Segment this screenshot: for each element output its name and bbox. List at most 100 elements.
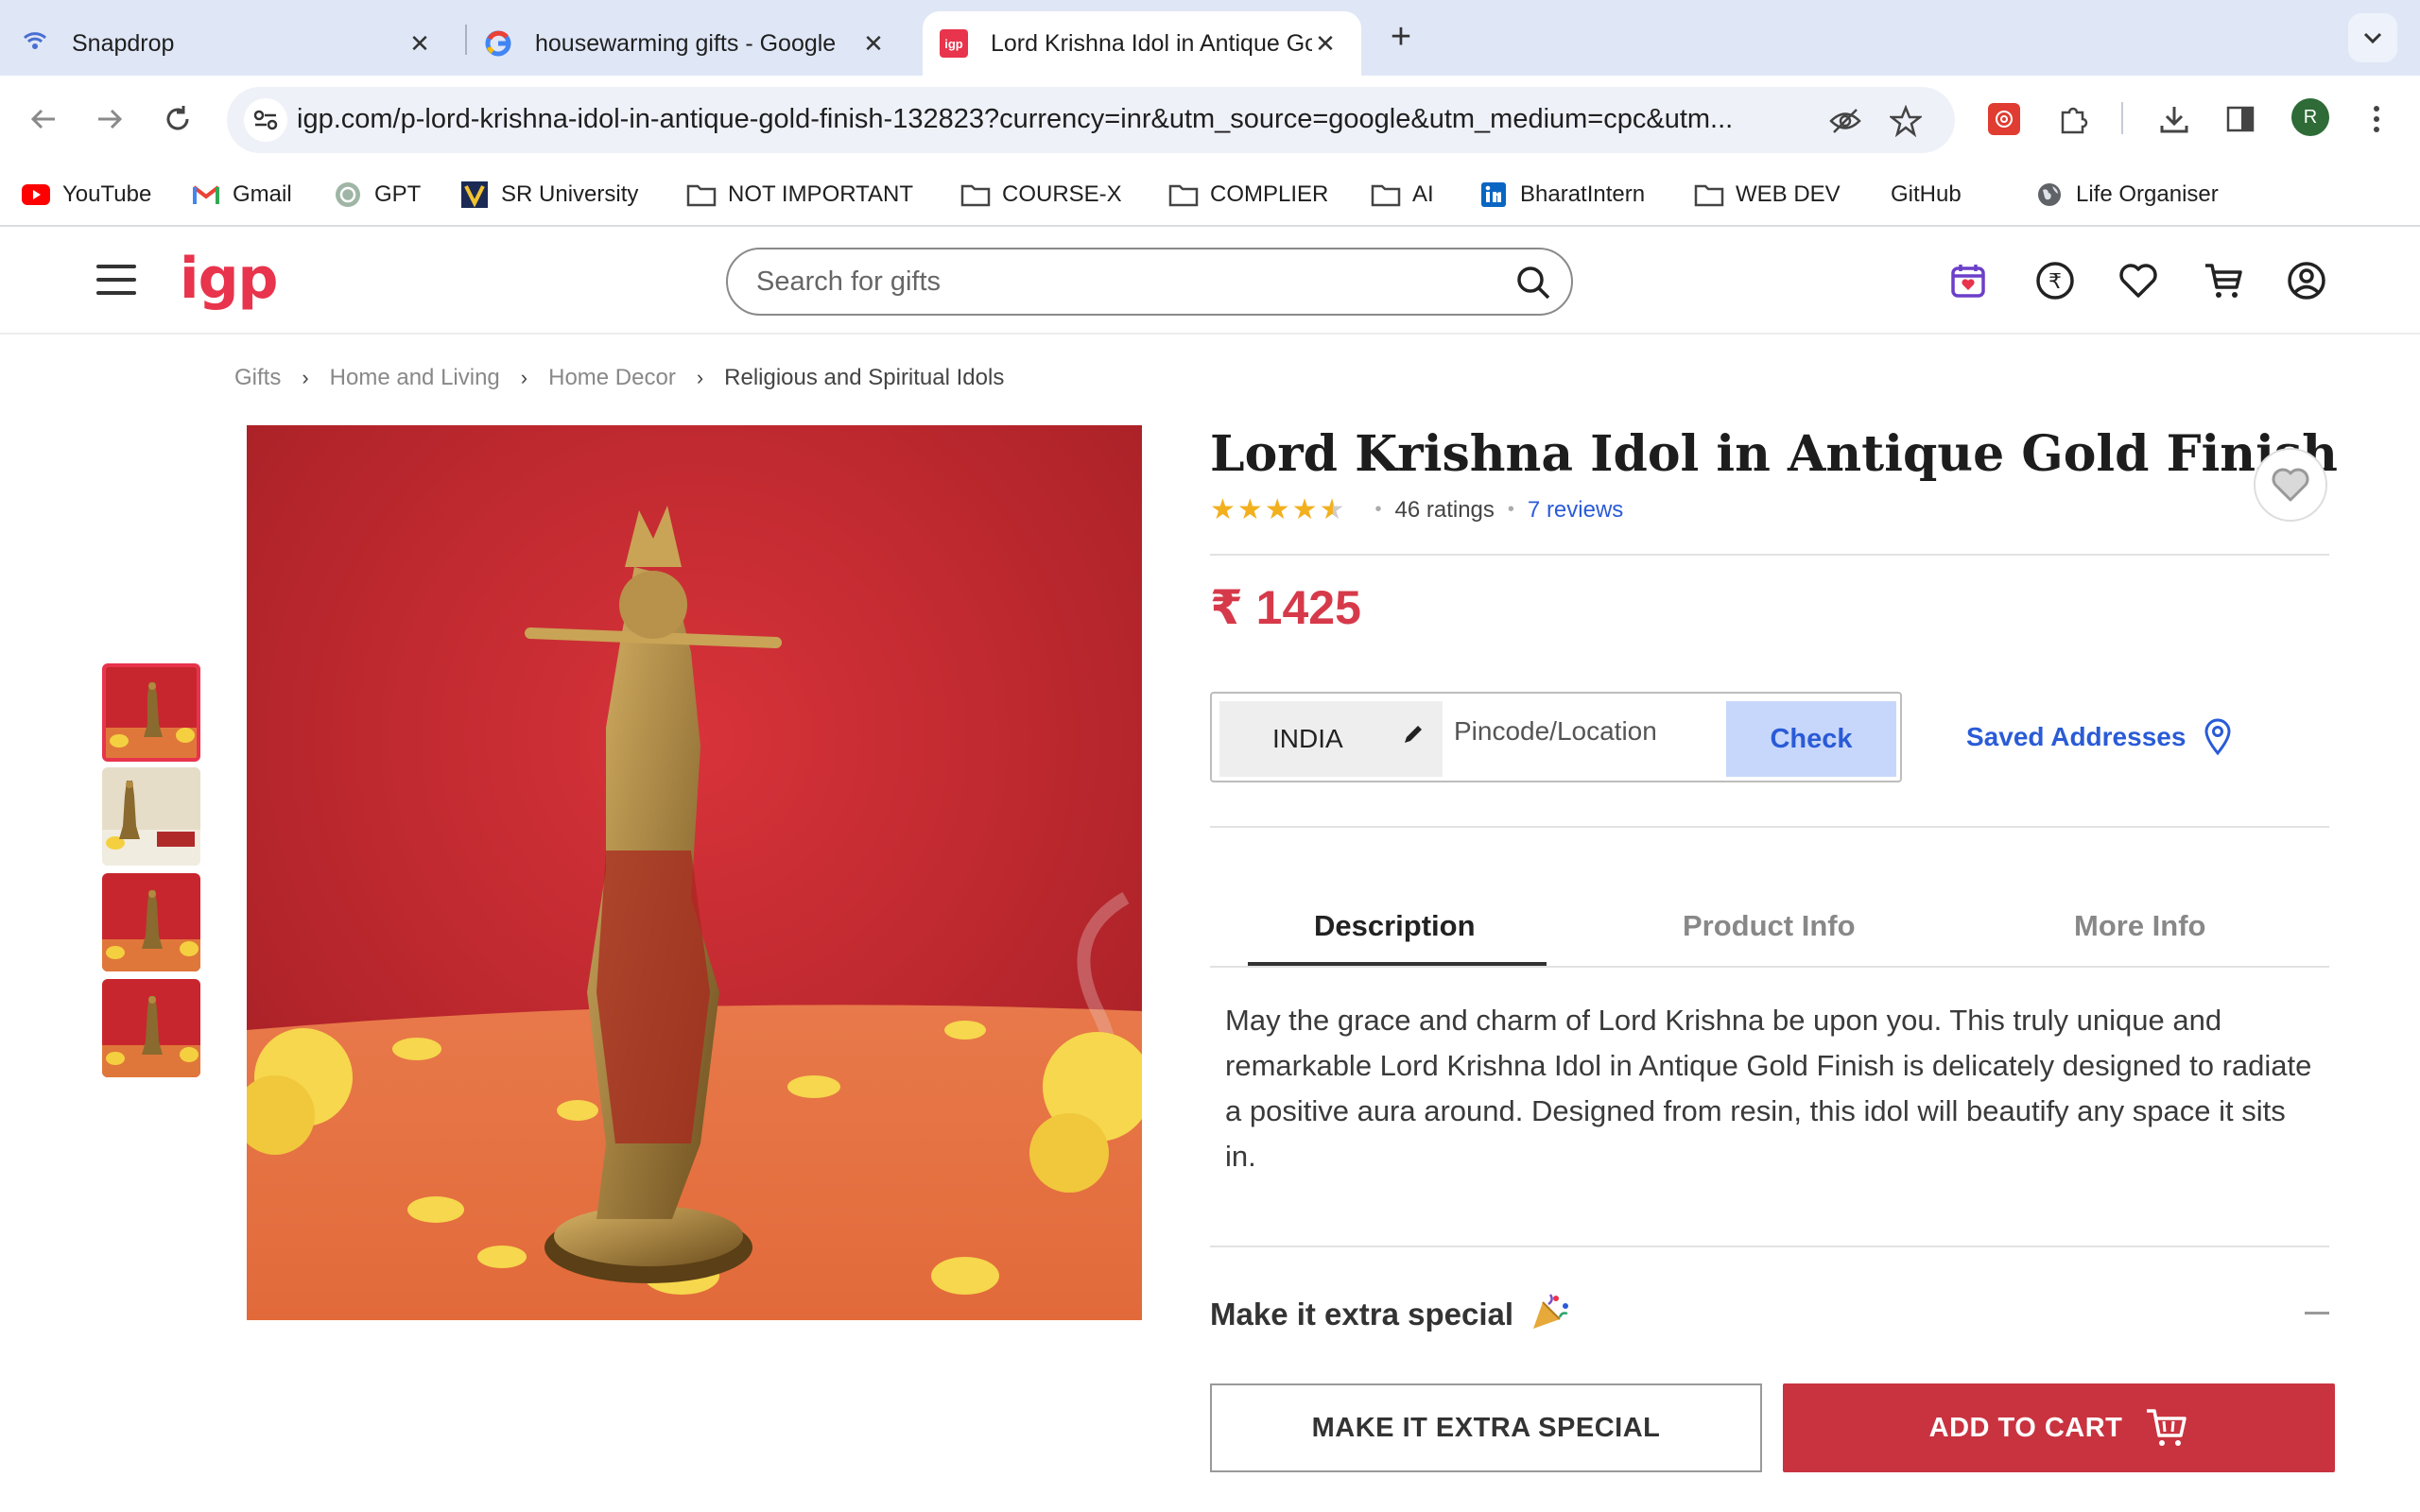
heart-icon[interactable] [2118,260,2159,301]
star-icon[interactable] [1887,102,1925,140]
linkedin-icon [1478,180,1509,210]
youtube-icon [21,180,51,210]
bookmark-gpt[interactable]: GPT [333,176,421,214]
location-pin-icon [2204,718,2231,756]
check-button[interactable]: Check [1726,701,1896,777]
browser-tab-snapdrop[interactable]: Snapdrop ✕ [21,11,456,76]
search-input[interactable] [756,263,1475,301]
menu-icon[interactable] [96,265,136,297]
tab-separator [465,25,467,55]
tab-product-info[interactable]: Product Info [1683,909,1856,943]
tab-title: Snapdrop [72,29,175,57]
pincode-checker: INDIA Check [1210,692,1902,782]
product-info-tabs: Description Product Info More Info [1210,900,2329,968]
active-tab-indicator [1248,962,1547,966]
globe-icon [2034,180,2065,210]
bookmark-not-important[interactable]: NOT IMPORTANT [686,176,913,214]
folder-icon [960,180,991,210]
party-popper-icon [1533,1294,1568,1329]
url-text[interactable]: igp.com/p-lord-krishna-idol-in-antique-g… [297,104,1819,135]
new-tab-button[interactable]: + [1382,19,1420,57]
add-to-cart-button[interactable]: ADD TO CART [1783,1383,2335,1472]
breadcrumb-current: Religious and Spiritual Idols [724,365,1005,390]
chevron-down-icon [2363,32,2382,44]
igp-icon: igp [940,29,968,58]
bookmark-gmail[interactable]: Gmail [191,176,292,214]
folder-icon [686,180,717,210]
pincode-input[interactable] [1454,716,1700,747]
product-main-image[interactable] [247,425,1142,1320]
back-button[interactable] [19,94,68,144]
wishlist-button[interactable] [2254,448,2327,522]
side-panel-icon[interactable] [2218,96,2263,142]
account-icon[interactable] [2286,260,2327,301]
saved-addresses-link[interactable]: Saved Addresses [1966,718,2233,756]
search-icon[interactable] [1514,264,1552,301]
product-thumbnail[interactable] [102,979,200,1077]
bookmark-ai[interactable]: AI [1371,176,1434,214]
gmail-icon [191,180,221,210]
reload-button[interactable] [153,94,202,144]
bookmark-complier[interactable]: COMPLIER [1168,176,1328,214]
product-thumbnail[interactable] [102,767,200,866]
arrow-left-icon [30,109,55,129]
make-it-extra-special-button[interactable]: MAKE IT EXTRA SPECIAL [1210,1383,1762,1472]
tab-more-info[interactable]: More Info [2074,909,2206,943]
browser-tab-strip: Snapdrop ✕ housewarming gifts - Google ✕… [0,0,2420,76]
puzzle-icon[interactable] [2051,96,2097,142]
calendar-icon[interactable] [1947,260,1989,301]
sr-university-icon [459,180,490,210]
profile-avatar[interactable]: R [2291,98,2329,136]
tab-description[interactable]: Description [1314,909,1476,943]
eye-off-icon[interactable] [1826,102,1864,140]
download-icon[interactable] [2152,96,2197,142]
tab-title: Lord Krishna Idol in Antique Gold Finish [991,29,1312,57]
breadcrumb-link[interactable]: Home and Living [330,365,500,391]
country-selector[interactable]: INDIA [1219,701,1443,777]
openai-icon [333,180,363,210]
minus-icon[interactable] [2305,1312,2329,1314]
reviews-link[interactable]: 7 reviews [1528,497,1623,524]
bookmark-life-organiser[interactable]: Life Organiser [2034,176,2219,214]
browser-tab-google[interactable]: housewarming gifts - Google ✕ [484,11,909,76]
breadcrumb-link[interactable]: Home Decor [548,365,676,391]
site-logo[interactable]: igp [180,246,278,312]
divider [1210,554,2329,556]
tab-title: housewarming gifts - Google [535,29,837,57]
browser-tab-igp[interactable]: igp Lord Krishna Idol in Antique Gold Fi… [923,11,1361,76]
breadcrumb-link[interactable]: Gifts [234,365,281,391]
product-thumbnail[interactable] [102,663,200,762]
product-title: Lord Krishna Idol in Antique Gold Finish [1210,425,2338,483]
tab-search-button[interactable] [2348,13,2397,62]
separator-dot: • [1507,499,1514,520]
bookmark-bharatintern[interactable]: BharatIntern [1478,176,1645,214]
more-vertical-icon[interactable] [2354,96,2399,142]
breadcrumb: Gifts › Home and Living › Home Decor › R… [234,365,1004,391]
bookmark-youtube[interactable]: YouTube [21,176,151,214]
extra-special-title: Make it extra special [1210,1297,1514,1332]
github-icon [1879,180,1883,210]
toolbar-separator [2121,102,2123,134]
bookmark-web-dev[interactable]: WEB DEV [1694,176,1841,214]
pencil-icon [1405,726,1422,743]
bookmark-github[interactable]: GitHub [1879,176,1962,214]
cart-icon[interactable] [2203,260,2244,301]
extra-special-section[interactable]: Make it extra special [1210,1289,2329,1342]
google-icon [484,29,512,58]
close-icon[interactable]: ✕ [1310,28,1340,59]
forward-button[interactable] [85,94,134,144]
browser-toolbar: igp.com/p-lord-krishna-idol-in-antique-g… [0,76,2420,163]
site-settings-icon[interactable] [244,98,287,142]
close-icon[interactable]: ✕ [405,28,435,59]
bookmark-sr-university[interactable]: SR University [459,176,638,214]
extension-red-icon[interactable] [1981,96,2027,142]
product-thumbnail[interactable] [102,873,200,971]
product-price: ₹ 1425 [1210,581,1361,634]
bookmark-course-x[interactable]: COURSE-X [960,176,1122,214]
wifi-icon [21,29,49,58]
separator-dot: • [1374,499,1382,520]
close-icon[interactable]: ✕ [858,28,889,59]
currency-rupee-icon[interactable]: ₹ [2034,260,2076,301]
address-bar[interactable]: igp.com/p-lord-krishna-idol-in-antique-g… [227,87,1955,153]
svg-text:₹: ₹ [2048,270,2062,294]
